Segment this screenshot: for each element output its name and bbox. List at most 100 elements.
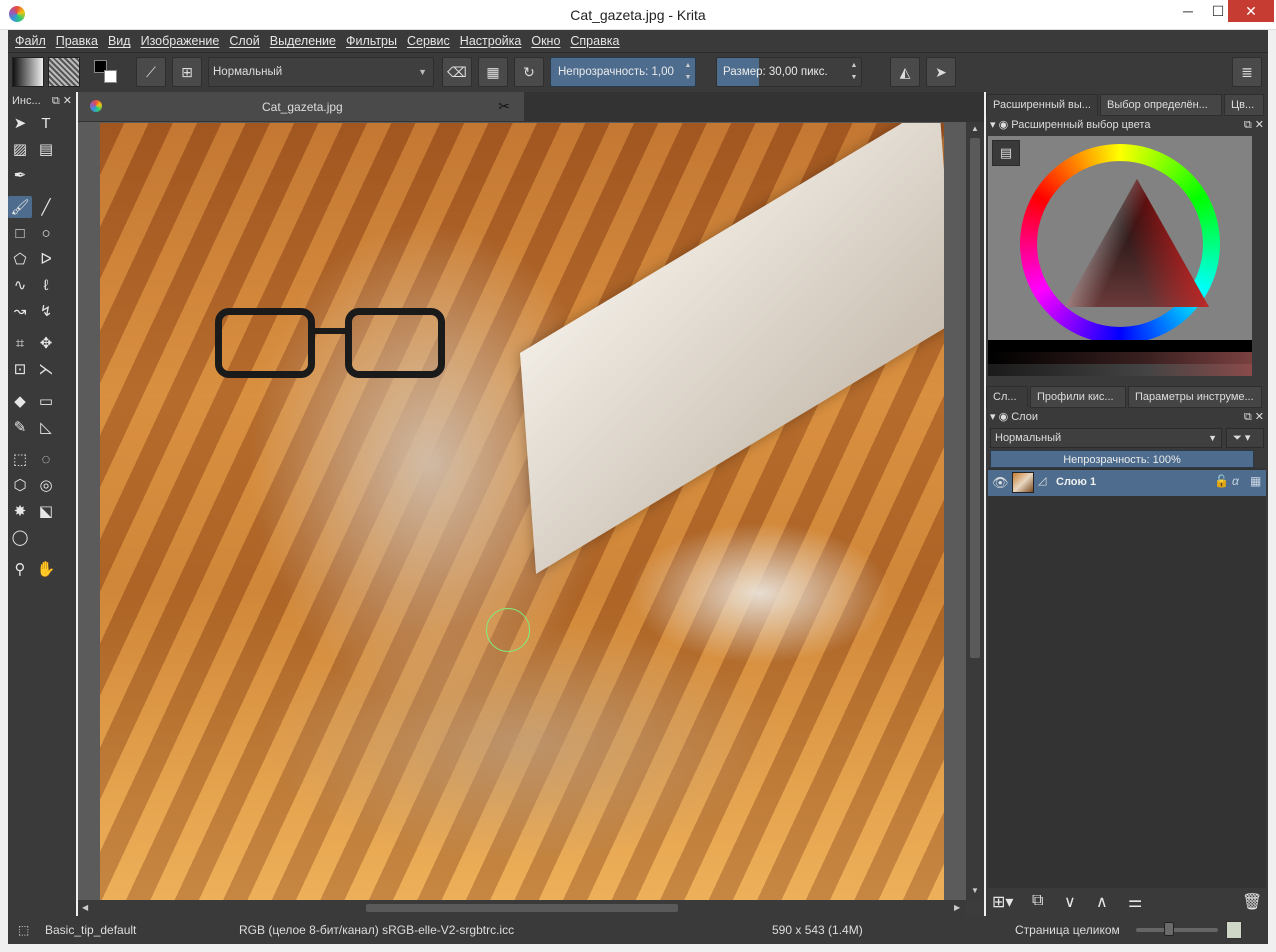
zoom-mode-label[interactable]: Страница целиком xyxy=(1015,923,1120,937)
lock-icon[interactable]: 🔓 xyxy=(1214,474,1229,488)
contiguous-selection-tool[interactable]: ✸ xyxy=(8,500,32,522)
alpha-lock-icon[interactable]: α xyxy=(1232,474,1239,488)
assistant-tool[interactable]: ◺ xyxy=(34,416,58,438)
fg-bg-color-selector[interactable] xyxy=(92,58,122,86)
shade-strip-3[interactable] xyxy=(988,364,1252,376)
close-document-icon[interactable]: ✂ xyxy=(498,98,510,115)
tab-brush-presets[interactable]: Профили кис... xyxy=(1030,386,1126,408)
bezier-curve-tool[interactable]: ∿ xyxy=(8,274,32,296)
polygonal-selection-tool[interactable]: ⬡ xyxy=(8,474,32,496)
color-panel-dock-buttons[interactable]: ⧉ ✕ xyxy=(1244,116,1264,134)
scroll-up-icon[interactable]: ▲ xyxy=(971,124,979,133)
scroll-down-icon[interactable]: ▼ xyxy=(971,886,979,895)
menu-edit[interactable]: Правка xyxy=(51,34,103,48)
eraser-mode-button[interactable]: ⌫ xyxy=(442,57,472,87)
zoom-slider[interactable] xyxy=(1136,928,1218,932)
layer-name[interactable]: Слою 1 xyxy=(1056,476,1096,488)
menu-help[interactable]: Справка xyxy=(565,34,624,48)
menu-view[interactable]: Вид xyxy=(103,34,136,48)
menu-layer[interactable]: Слой xyxy=(224,34,264,48)
move-layer-down-button[interactable]: ∨ xyxy=(1064,892,1076,912)
polyline-tool[interactable]: ᐅ xyxy=(34,248,58,270)
line-tool[interactable]: ╱ xyxy=(34,196,58,218)
image-size-info[interactable]: 590 x 543 (1.4M) xyxy=(772,923,863,937)
tab-layers[interactable]: Сл... xyxy=(986,386,1028,408)
reload-preset-button[interactable]: ↻ xyxy=(514,57,544,87)
select-shapes-tool[interactable]: ➤ xyxy=(8,112,32,134)
canvas-image[interactable] xyxy=(100,123,944,901)
visibility-eye-icon[interactable]: 👁 xyxy=(992,475,1009,491)
horizontal-scrollbar[interactable]: ◀ ▶ xyxy=(78,900,966,916)
vertical-scroll-thumb[interactable] xyxy=(970,138,980,658)
blend-mode-dropdown[interactable]: Нормальный ▼ xyxy=(208,57,434,87)
layer-properties-button[interactable]: ⚌ xyxy=(1128,892,1142,912)
text-tool[interactable]: T xyxy=(34,112,58,134)
document-tab[interactable]: Cat_gazeta.jpg ✂ xyxy=(78,92,524,122)
opacity-slider[interactable]: Непрозрачность: 1,00 ▲ ▼ xyxy=(550,57,696,87)
freehand-selection-tool[interactable]: ◎ xyxy=(34,474,58,496)
menu-file[interactable]: Файл xyxy=(10,34,51,48)
canvas-only-icon[interactable] xyxy=(1226,921,1242,939)
add-layer-button[interactable]: ⊞▾ xyxy=(992,892,1013,912)
toolbar-menu-button[interactable]: ≣ xyxy=(1232,57,1262,87)
collapse-arrow-icon[interactable]: ▾ ◉ xyxy=(990,119,1011,131)
edit-shapes-tool[interactable]: ▨ xyxy=(8,138,32,160)
color-selector-settings-button[interactable]: ▤ xyxy=(992,140,1020,166)
shade-strip-1[interactable] xyxy=(988,340,1252,352)
toolbox-dock-buttons[interactable]: ⧉ ✕ xyxy=(52,94,72,108)
shade-strip-2[interactable] xyxy=(988,352,1252,364)
color-selector-area[interactable]: ▤ xyxy=(988,136,1252,344)
tab-tool-options[interactable]: Параметры инструме... xyxy=(1128,386,1262,408)
preserve-alpha-button[interactable]: ▦ xyxy=(478,57,508,87)
inherit-alpha-icon[interactable]: ▦ xyxy=(1250,474,1261,488)
collapse-arrow-icon[interactable]: ▾ ◉ xyxy=(990,411,1011,423)
hue-ring[interactable] xyxy=(1020,144,1220,344)
similar-color-selection-tool[interactable]: ⬕ xyxy=(34,500,58,522)
menu-tools[interactable]: Сервис xyxy=(402,34,455,48)
menu-image[interactable]: Изображение xyxy=(136,34,225,48)
saturation-value-triangle[interactable] xyxy=(1065,179,1209,307)
mirror-vertical-button[interactable]: ➤ xyxy=(926,57,956,87)
minimize-button[interactable]: ─ xyxy=(1174,0,1202,22)
menu-window[interactable]: Окно xyxy=(526,34,565,48)
layer-opacity-slider[interactable]: Непрозрачность: 100% xyxy=(990,450,1254,468)
gradient-tool[interactable]: ▭ xyxy=(34,390,58,412)
rectangle-tool[interactable]: □ xyxy=(8,222,32,244)
dynamic-brush-tool[interactable]: ↝ xyxy=(8,300,32,322)
transform-tool[interactable]: ⊡ xyxy=(8,358,32,380)
horizontal-scroll-thumb[interactable] xyxy=(366,904,678,912)
scroll-right-icon[interactable]: ▶ xyxy=(954,903,960,912)
menu-filters[interactable]: Фильтры xyxy=(341,34,402,48)
color-picker-tool[interactable]: ✎ xyxy=(8,416,32,438)
multibrush-tool[interactable]: ↯ xyxy=(34,300,58,322)
layer-blend-mode-dropdown[interactable]: Нормальный ▼ xyxy=(990,428,1222,448)
calligraphy-tool[interactable]: ✒ xyxy=(8,164,32,186)
layer-row[interactable]: 👁 ◿ Слою 1 🔓 α ▦ xyxy=(988,470,1266,496)
tab-color-palette[interactable]: Цв... xyxy=(1224,94,1264,116)
measure-tool[interactable]: ⋋ xyxy=(34,358,58,380)
brush-presets-grid-button[interactable]: ⊞ xyxy=(172,57,202,87)
polygon-tool[interactable]: ⬠ xyxy=(8,248,32,270)
freehand-brush-tool[interactable]: 🖌 xyxy=(8,196,32,218)
pattern-selector[interactable] xyxy=(48,57,80,87)
ellipse-tool[interactable]: ○ xyxy=(34,222,58,244)
crop-tool[interactable]: ⌗ xyxy=(8,332,32,354)
mirror-horizontal-button[interactable]: ◭ xyxy=(890,57,920,87)
duplicate-layer-button[interactable]: ⧉ xyxy=(1032,892,1043,910)
move-layer-up-button[interactable]: ∧ xyxy=(1096,892,1108,912)
color-history-strips[interactable] xyxy=(988,340,1252,378)
vertical-scrollbar[interactable]: ▲ ▼ xyxy=(966,122,984,900)
layer-list[interactable]: 👁 ◿ Слою 1 🔓 α ▦ xyxy=(988,468,1266,888)
tab-advanced-color-selector[interactable]: Расширенный вы... xyxy=(986,94,1098,116)
edit-gradient-tool[interactable]: ▤ xyxy=(34,138,58,160)
freehand-path-tool[interactable]: ℓ xyxy=(34,274,58,296)
zoom-slider-knob[interactable] xyxy=(1164,922,1174,936)
menu-select[interactable]: Выделение xyxy=(265,34,341,48)
opacity-spinner[interactable]: ▲ ▼ xyxy=(683,60,693,84)
brush-preset-icon[interactable]: ⬚ xyxy=(18,923,29,937)
background-color-swatch[interactable] xyxy=(104,70,117,83)
brush-preset-button[interactable]: ⟋ xyxy=(136,57,166,87)
bezier-selection-tool[interactable]: ◯ xyxy=(8,526,32,548)
gradient-selector[interactable] xyxy=(12,57,44,87)
layers-panel-dock-buttons[interactable]: ⧉ ✕ xyxy=(1244,408,1264,426)
